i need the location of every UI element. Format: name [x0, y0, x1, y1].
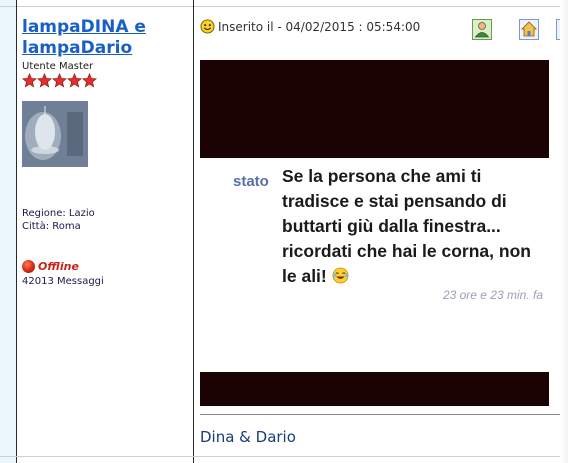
- left-strip: [0, 0, 16, 463]
- column-divider: [193, 0, 194, 463]
- star-icon: [22, 73, 37, 88]
- star-icon: [82, 73, 97, 88]
- author-city: Città: Roma: [22, 221, 81, 232]
- home-icon[interactable]: [519, 19, 539, 40]
- online-status: Offline: [22, 260, 79, 273]
- left-border: [16, 0, 17, 463]
- status-label: Offline: [38, 260, 79, 273]
- right-shadow: [560, 0, 568, 463]
- post-image: stato Se la persona che ami ti tradisce …: [200, 60, 549, 406]
- post-date: Inserito il - 04/02/2015 : 05:54:00: [218, 19, 421, 34]
- author-info: Regione: Lazio Città: Roma: [22, 207, 95, 233]
- rank-stars: [22, 73, 190, 89]
- author-rank: Utente Master: [22, 61, 94, 72]
- author-name-line2[interactable]: lampaDario: [22, 38, 190, 59]
- forum-post: lampaDINA e lampaDario Utente Master Reg…: [0, 0, 568, 463]
- offline-icon: [22, 260, 35, 273]
- top-divider: [0, 6, 568, 7]
- star-icon: [37, 73, 52, 88]
- message-count: 42013 Messaggi: [22, 276, 104, 287]
- signature-divider: [200, 414, 568, 415]
- author-region: Regione: Lazio: [22, 208, 95, 219]
- author-name-line1[interactable]: lampaDINA e: [22, 17, 190, 38]
- quote-text: Se la persona che ami ti tradisce e stai…: [282, 164, 544, 289]
- bottom-divider: [0, 456, 568, 457]
- quote-timestamp: 23 ore e 23 min. fa: [442, 288, 543, 302]
- smiley-icon: [200, 19, 215, 34]
- post-header: Inserito il - 04/02/2015 : 05:54:00: [200, 19, 420, 34]
- profile-icon[interactable]: [472, 19, 492, 40]
- author-panel: lampaDINA e lampaDario Utente Master: [22, 17, 190, 167]
- chandelier-icon: [23, 102, 87, 166]
- author-name-link[interactable]: lampaDINA e lampaDario: [22, 17, 190, 59]
- avatar[interactable]: [22, 101, 88, 167]
- quote-card: stato Se la persona che ami ti tradisce …: [200, 158, 549, 372]
- laughing-emoji-icon: [332, 267, 349, 284]
- quote-body: Se la persona che ami ti tradisce e stai…: [282, 166, 531, 286]
- post-signature: Dina & Dario: [200, 428, 296, 446]
- star-icon: [67, 73, 82, 88]
- star-icon: [52, 73, 67, 88]
- quote-stato-label: stato: [233, 173, 269, 190]
